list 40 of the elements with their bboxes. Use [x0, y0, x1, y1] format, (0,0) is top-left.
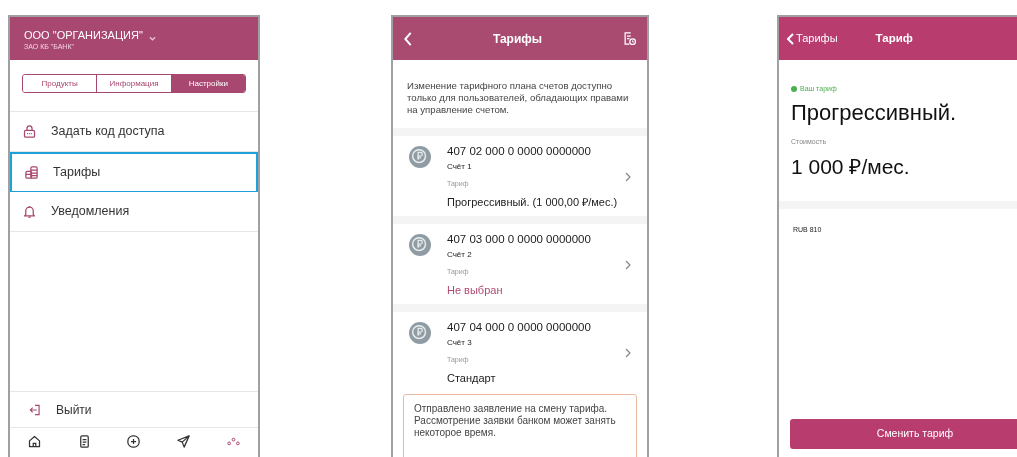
tariff-name: Прогрессивный. — [791, 98, 958, 127]
cost-value: 1 000 ₽/мес. — [791, 154, 911, 180]
notice-text: Отправлено заявление на смену тарифа. Рассмотрение заявки банком может занять некоторое время. — [414, 403, 617, 439]
tariff-value: Стандарт — [447, 371, 497, 386]
home-icon[interactable] — [27, 434, 43, 449]
account-number: 407 02 000 0 0000 0000000 — [447, 144, 592, 159]
account-number: 407 04 000 0 0000 0000000 — [447, 320, 592, 335]
organization-name: ООО "ОРГАНИЗАЦИЯ" — [24, 29, 143, 42]
back-icon — [787, 32, 794, 45]
coin-icon — [409, 146, 431, 168]
caret-icon — [148, 35, 156, 41]
account-name: Счёт 2 — [447, 249, 473, 261]
bell-icon — [22, 204, 37, 219]
plus-icon[interactable] — [126, 434, 142, 449]
chevron-right-icon — [625, 172, 631, 182]
back-icon[interactable] — [403, 30, 413, 47]
screen-title: Тарифы — [492, 30, 543, 48]
back-button[interactable]: Тарифы — [787, 30, 838, 47]
change-tariff-button[interactable]: Сменить тариф — [790, 419, 1017, 449]
screen-title: Тариф — [875, 30, 913, 46]
tariff-value: Не выбран — [447, 283, 504, 298]
menu-item[interactable]: Задать код доступа — [10, 112, 258, 152]
info-text: Изменение тарифного плана счетов доступно только для пользователей, обладающих правами на управление счетом. — [406, 79, 630, 117]
menu-item[interactable]: Уведомления — [10, 192, 258, 232]
lock-icon — [22, 124, 37, 139]
account-name: Счёт 1 — [447, 161, 473, 173]
logout-item[interactable]: Выйти — [10, 391, 258, 427]
logout-icon — [28, 402, 42, 417]
send-icon[interactable] — [176, 434, 192, 449]
tariff-value: Прогрессивный. (1 000,00 ₽/мес.) — [447, 195, 619, 210]
coins-icon — [24, 165, 39, 180]
coin-icon — [409, 234, 431, 256]
account-number: 407 03 000 0 0000 0000000 — [447, 232, 592, 247]
account-name: Счёт 3 — [447, 337, 473, 349]
chevron-right-icon — [625, 348, 631, 358]
segment-tab[interactable]: Настройки — [170, 75, 245, 92]
chevron-right-icon — [625, 260, 631, 270]
document-clock-icon[interactable] — [622, 31, 637, 46]
coin-icon — [409, 322, 431, 344]
menu-item[interactable]: Тарифы — [10, 152, 258, 192]
